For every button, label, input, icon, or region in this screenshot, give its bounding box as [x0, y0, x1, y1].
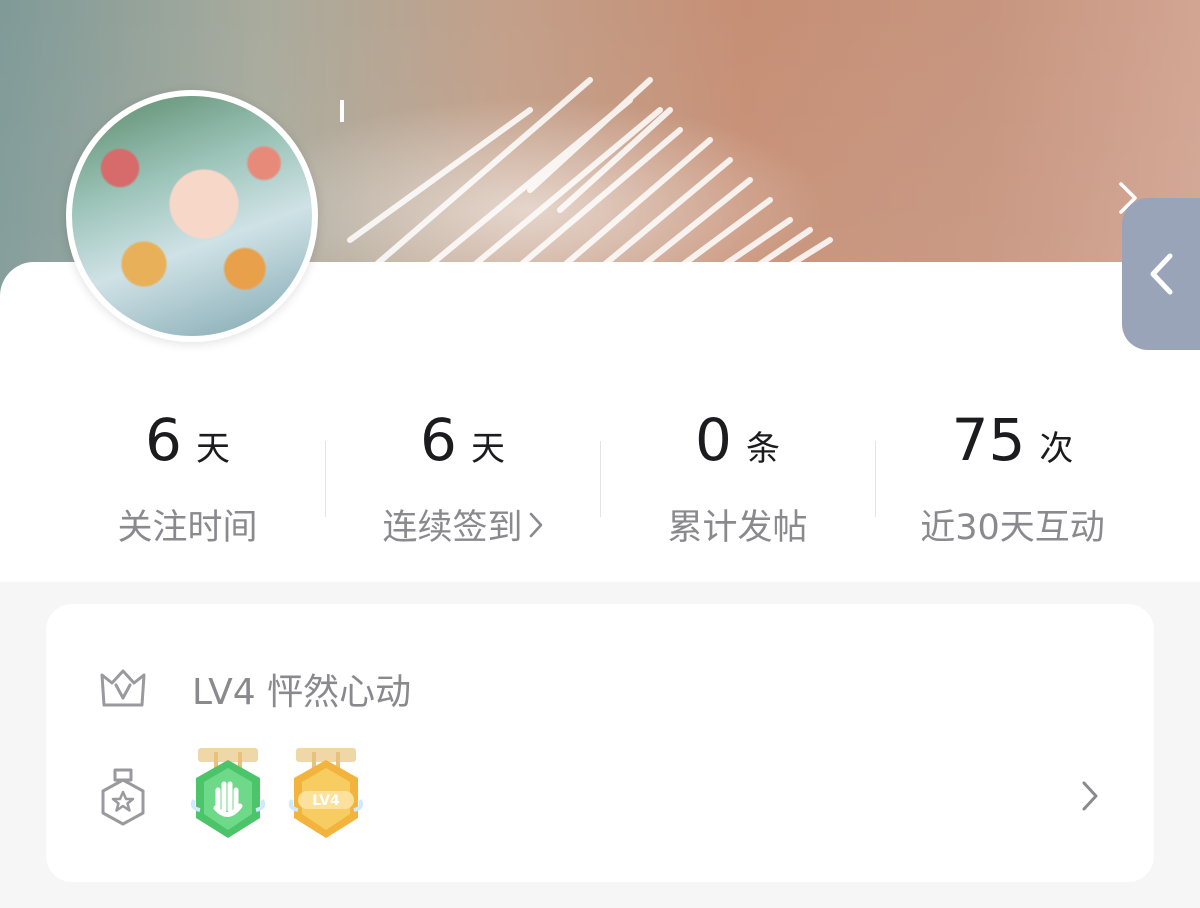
- stat-value: 0: [695, 406, 732, 474]
- stat-label: 累计发帖: [667, 508, 808, 548]
- stat-unit: 条: [745, 429, 780, 469]
- medal-label: LV4: [312, 793, 340, 809]
- stat-unit: 次: [1039, 429, 1074, 469]
- stat-value: 6: [420, 406, 457, 474]
- level-card: LV4 怦然心动 LV4: [46, 604, 1154, 882]
- stat-follow-time[interactable]: 6 天 关注时间: [50, 395, 325, 565]
- stat-unit: 天: [470, 429, 505, 469]
- chevron-right-icon: [529, 512, 542, 537]
- hand-wave-medal[interactable]: [190, 748, 266, 844]
- stat-unit: 天: [195, 429, 230, 469]
- stat-value: 75: [951, 406, 1026, 474]
- crown-v-icon: [100, 669, 146, 707]
- stat-checkin-streak[interactable]: 6 天 连续签到: [325, 395, 600, 565]
- badge-row[interactable]: LV4: [98, 746, 1108, 846]
- avatar[interactable]: [66, 90, 318, 342]
- stat-label: 近30天互动: [920, 508, 1105, 548]
- stat-label: 连续签到: [382, 508, 523, 548]
- stat-interactions-30d[interactable]: 75 次 近30天互动: [875, 395, 1150, 565]
- stat-total-posts[interactable]: 0 条 累计发帖: [600, 395, 875, 565]
- badge-chevron-right-icon[interactable]: [1072, 776, 1108, 816]
- brush-scribble-graphic: [340, 77, 833, 300]
- stat-label: 关注时间: [117, 508, 258, 548]
- stats-row: 6 天 关注时间 6 天 连续签到 0 条 累计发帖 75 次 近30天互动: [50, 395, 1150, 565]
- stat-value: 6: [145, 406, 182, 474]
- level-title: LV4 怦然心动: [192, 672, 412, 713]
- side-collapse-tab[interactable]: [1122, 198, 1200, 350]
- chevron-left-icon: [1150, 253, 1173, 295]
- lv4-medal[interactable]: LV4: [288, 748, 364, 844]
- level-row[interactable]: LV4 怦然心动: [98, 662, 411, 716]
- medal-star-icon: [101, 768, 145, 826]
